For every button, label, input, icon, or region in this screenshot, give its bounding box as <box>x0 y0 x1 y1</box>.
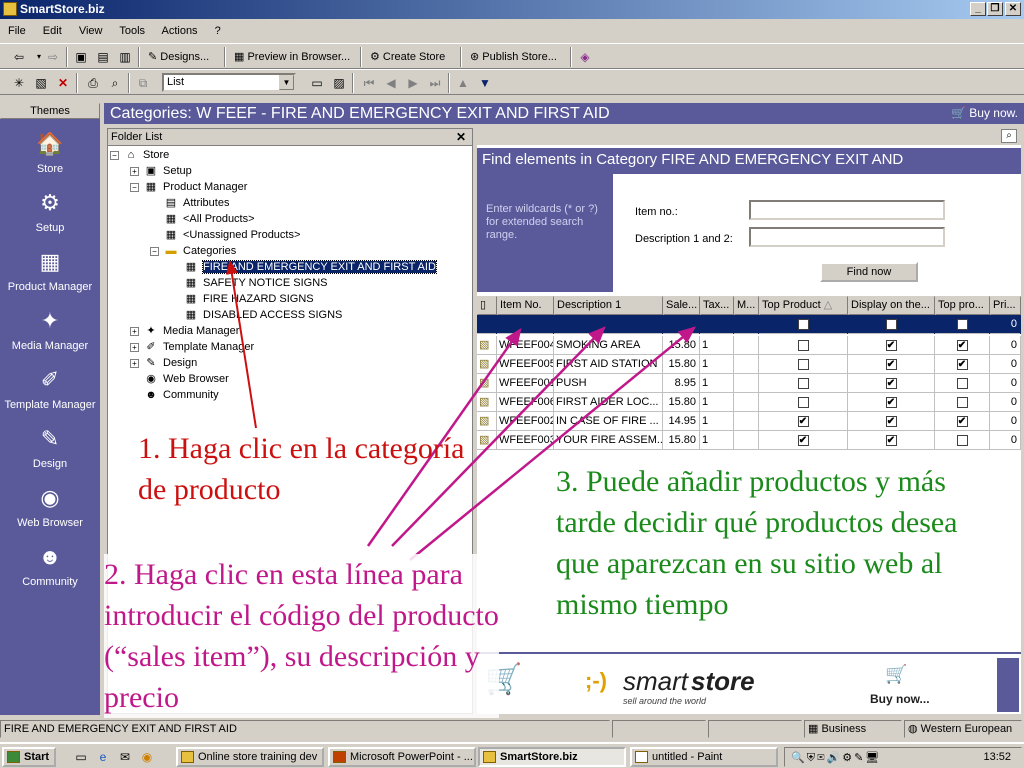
status-text: FIRE AND EMERGENCY EXIT AND FIRST AID <box>0 720 610 738</box>
task-label: untitled - Paint <box>652 751 723 763</box>
instruction-note-3: 3. Puede añadir productos y más tarde de… <box>556 465 958 621</box>
paint-icon <box>635 751 648 763</box>
task-powerpoint[interactable]: Microsoft PowerPoint - ... <box>328 747 476 767</box>
task-paint[interactable]: untitled - Paint <box>630 747 778 767</box>
status-business: ▦ Business <box>804 720 902 738</box>
instruction-note-2: 2. Haga clic en esta línea para introduc… <box>104 554 499 718</box>
business-icon: ▦ <box>808 723 822 735</box>
media-player-icon[interactable]: ◉ <box>138 748 156 766</box>
globe-icon: ◍ <box>908 723 921 735</box>
system-tray: 🔍⛨✉🔊⚙✎🖥 13:52 <box>784 747 1022 767</box>
windows-icon <box>7 751 20 763</box>
show-desktop-icon[interactable]: ▭ <box>72 748 90 766</box>
status-bar: FIRE AND EMERGENCY EXIT AND FIRST AID ▦ … <box>0 719 1024 739</box>
task-online-store[interactable]: Online store training dev <box>176 747 324 767</box>
encoding-label: Western European <box>920 723 1013 735</box>
status-encoding: ◍ Western European <box>904 720 1022 738</box>
tray-icons[interactable]: 🔍⛨✉🔊⚙✎🖥 <box>791 749 881 767</box>
task-label: Online store training dev <box>198 751 318 763</box>
task-smartstore-active[interactable]: SmartStore.biz <box>478 747 626 767</box>
business-label: Business <box>821 723 867 735</box>
task-label: Microsoft PowerPoint - ... <box>350 751 473 763</box>
taskbar: Start ▭ e ✉ ◉ Online store training dev … <box>0 742 1024 768</box>
powerpoint-icon <box>333 751 346 763</box>
instruction-note-1: 1. Haga clic en la categoría de producto <box>138 432 465 506</box>
ie-icon[interactable]: e <box>94 748 112 766</box>
start-button[interactable]: Start <box>2 747 56 767</box>
arrow-to-category <box>225 260 257 429</box>
smartstore-icon <box>483 751 496 763</box>
clock: 13:52 <box>983 751 1011 763</box>
folder-icon <box>181 751 194 763</box>
task-label: SmartStore.biz <box>500 751 578 763</box>
start-label: Start <box>24 751 50 763</box>
outlook-icon[interactable]: ✉ <box>116 748 134 766</box>
